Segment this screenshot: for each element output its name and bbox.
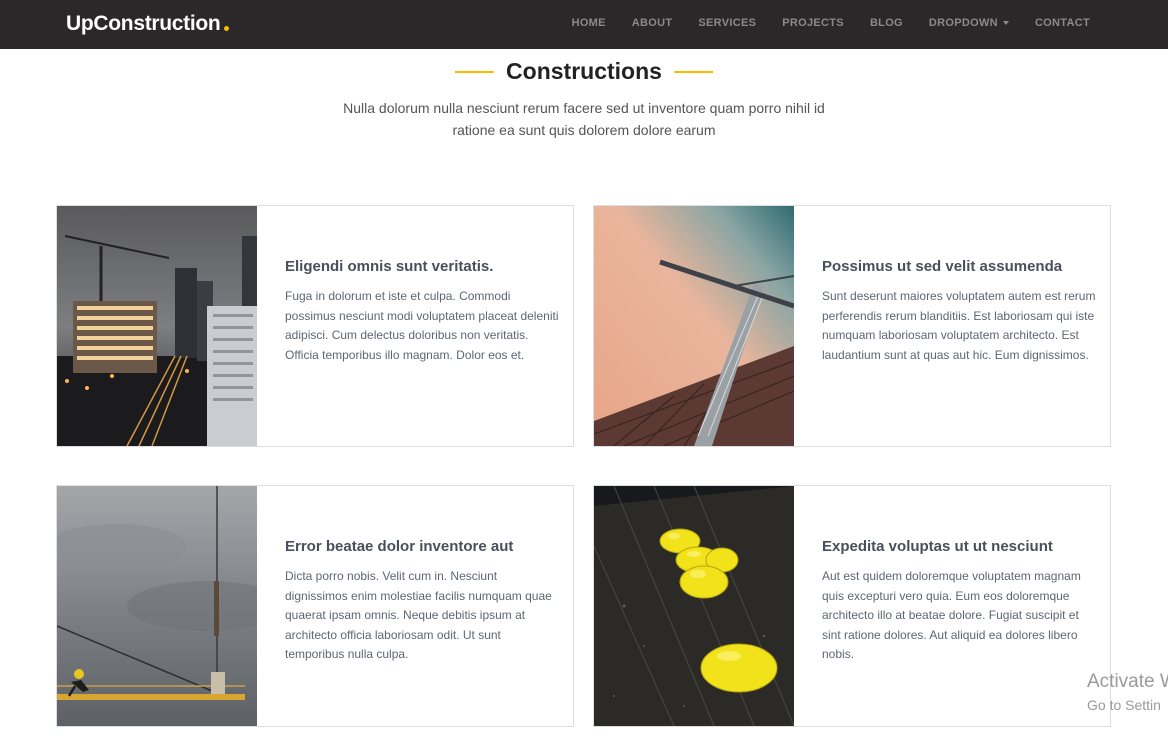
title-line-right — [673, 70, 713, 73]
card-text: Sunt deserunt maiores voluptatem autem e… — [822, 289, 1096, 362]
main-nav: HOME ABOUT SERVICES PROJECTS BLOG DROPDO… — [546, 17, 1090, 29]
construction-card: Eligendi omnis sunt veritatis. Fuga in d… — [56, 205, 574, 447]
card-text: Fuga in dolorum et iste et culpa. Commod… — [285, 289, 559, 362]
card-text: Dicta porro nobis. Velit cum in. Nesciun… — [285, 569, 552, 661]
watermark-line2: Go to Settin — [1087, 697, 1161, 713]
section-header: Constructions — [0, 58, 1168, 85]
card-title[interactable]: Error beatae dolor inventore aut — [285, 538, 561, 555]
card-title[interactable]: Expedita voluptas ut ut nesciunt — [822, 538, 1098, 555]
crane-sunset-photo — [594, 206, 794, 446]
card-text: Aut est quidem doloremque voluptatem mag… — [822, 569, 1081, 661]
construction-card: Expedita voluptas ut ut nesciunt Aut est… — [593, 485, 1111, 727]
card-body: Eligendi omnis sunt veritatis. Fuga in d… — [285, 258, 561, 365]
section-subtitle: Nulla dolorum nulla nesciunt rerum facer… — [343, 100, 825, 138]
card-body: Possimus ut sed velit assumenda Sunt des… — [822, 258, 1098, 365]
nav-about[interactable]: ABOUT — [632, 17, 673, 29]
section-title: Constructions — [506, 58, 662, 84]
worker-on-beam-photo — [57, 486, 257, 726]
nav-services[interactable]: SERVICES — [698, 17, 756, 29]
card-body: Error beatae dolor inventore aut Dicta p… — [285, 538, 561, 665]
nav-contact[interactable]: CONTACT — [1035, 17, 1090, 29]
construction-card: Error beatae dolor inventore aut Dicta p… — [56, 485, 574, 727]
brand-dot-icon — [224, 26, 230, 31]
yellow-hard-hats-photo — [594, 486, 794, 726]
nav-home[interactable]: HOME — [572, 17, 606, 29]
caret-down-icon — [1002, 21, 1009, 25]
nav-blog[interactable]: BLOG — [870, 17, 903, 29]
nav-projects[interactable]: PROJECTS — [782, 17, 844, 29]
title-line-left — [455, 70, 495, 73]
construction-card: Possimus ut sed velit assumenda Sunt des… — [593, 205, 1111, 447]
card-title[interactable]: Possimus ut sed velit assumenda — [822, 258, 1098, 275]
nav-dropdown[interactable]: DROPDOWN — [929, 17, 1009, 29]
nav-dropdown-label: DROPDOWN — [928, 17, 998, 29]
city-crane-night-photo — [57, 206, 257, 446]
watermark-line1: Activate W — [1087, 671, 1168, 692]
activation-watermark: Activate W Go to Settin — [1087, 671, 1168, 715]
brand-name: UpConstruction — [66, 12, 221, 35]
card-title[interactable]: Eligendi omnis sunt veritatis. — [285, 258, 561, 275]
navbar: UpConstruction HOME ABOUT SERVICES PROJE… — [0, 0, 1168, 49]
card-body: Expedita voluptas ut ut nesciunt Aut est… — [822, 538, 1098, 665]
brand-logo[interactable]: UpConstruction — [66, 12, 230, 36]
